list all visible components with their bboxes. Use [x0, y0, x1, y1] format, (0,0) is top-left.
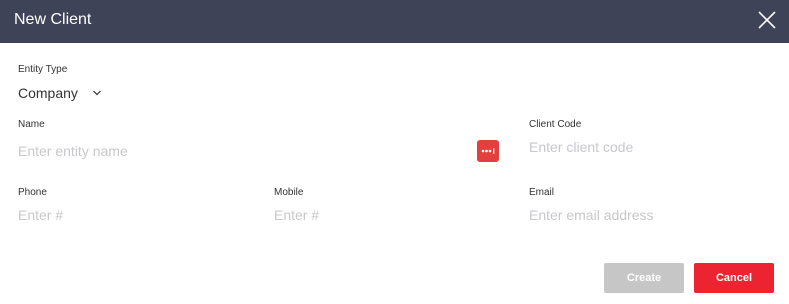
email-input[interactable]: [529, 205, 769, 225]
dialog-header: New Client: [0, 0, 789, 43]
entity-type-label: Entity Type: [18, 64, 68, 75]
phone-label: Phone: [18, 187, 47, 198]
entity-type-select[interactable]: Company: [18, 83, 102, 103]
entity-type-value: Company: [18, 85, 78, 101]
dialog-title: New Client: [14, 11, 92, 28]
email-label: Email: [529, 187, 555, 198]
cancel-button[interactable]: Cancel: [694, 263, 774, 293]
mobile-input[interactable]: [274, 205, 504, 225]
client-code-input[interactable]: [529, 137, 769, 157]
client-code-label: Client Code: [529, 119, 582, 130]
name-input[interactable]: [18, 141, 468, 161]
close-icon[interactable]: [755, 8, 779, 32]
mobile-label: Mobile: [274, 187, 304, 198]
chevron-down-icon: [92, 90, 101, 96]
create-button[interactable]: Create: [604, 263, 684, 293]
phone-input[interactable]: [18, 205, 248, 225]
password-manager-icon[interactable]: [477, 140, 499, 162]
name-label: Name: [18, 119, 45, 130]
